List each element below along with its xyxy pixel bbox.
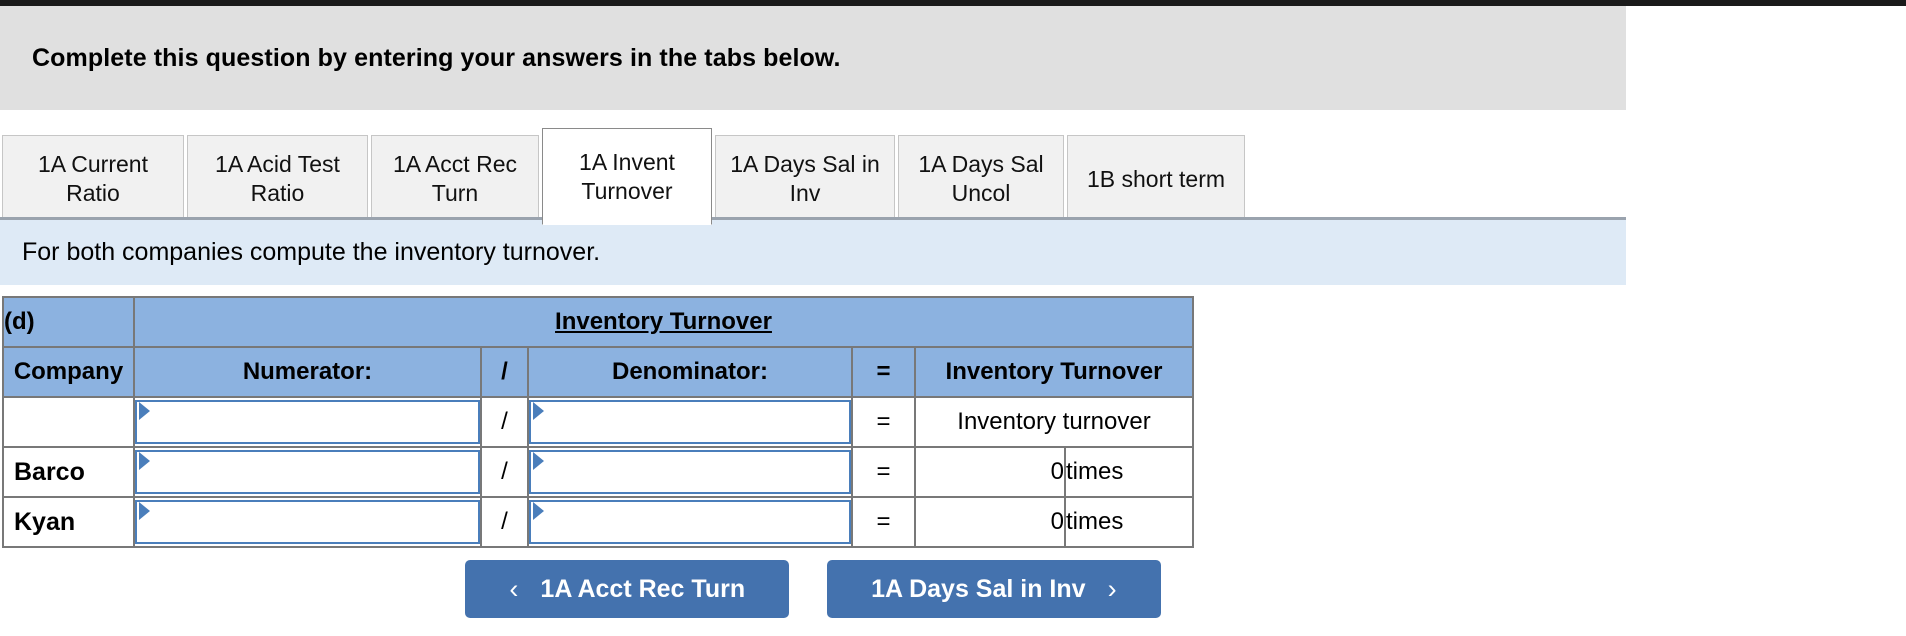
denominator-cell bbox=[527, 446, 853, 498]
inventory-turnover-worksheet: (d) Inventory Turnover Company Numerator… bbox=[2, 296, 1194, 548]
column-header-company-label: Company bbox=[13, 358, 124, 385]
part-label-cell: (d) bbox=[2, 296, 135, 348]
previous-tab-label: 1A Acct Rec Turn bbox=[540, 574, 746, 603]
previous-tab-button[interactable]: ‹ 1A Acct Rec Turn bbox=[465, 560, 790, 618]
question-prompt-text: For both companies compute the inventory… bbox=[22, 238, 601, 266]
tab-strip: 1A Current Ratio 1A Acid Test Ratio 1A Acc… bbox=[0, 110, 1626, 225]
column-header-result: Inventory Turnover bbox=[914, 346, 1194, 398]
column-header-company: Company bbox=[2, 346, 135, 398]
tab-navigation: ‹ 1A Acct Rec Turn 1A Days Sal in Inv › bbox=[0, 560, 1626, 618]
equals-operator-cell: = bbox=[851, 496, 916, 548]
column-header-numerator: Numerator: bbox=[133, 346, 482, 398]
question-prompt: For both companies compute the inventory… bbox=[0, 217, 1626, 285]
chevron-left-icon: ‹ bbox=[509, 573, 519, 604]
numerator-cell bbox=[133, 496, 482, 548]
column-header-denominator: Denominator: bbox=[527, 346, 853, 398]
company-name bbox=[4, 408, 14, 436]
numerator-input[interactable] bbox=[135, 500, 480, 544]
next-tab-label: 1A Days Sal in Inv bbox=[871, 574, 1086, 603]
column-header-equals: = bbox=[851, 346, 916, 398]
divide-operator-cell: / bbox=[480, 496, 529, 548]
worksheet-header-row: Company Numerator: / Denominator: = Inve… bbox=[2, 346, 1194, 398]
column-header-slash-label: / bbox=[501, 358, 508, 385]
part-label: (d) bbox=[4, 308, 35, 335]
numerator-cell bbox=[133, 396, 482, 448]
tab-1a-acct-rec-turn[interactable]: 1A Acct Rec Turn bbox=[371, 135, 539, 223]
chevron-right-icon: › bbox=[1107, 573, 1117, 604]
equals-operator-cell: = bbox=[851, 396, 916, 448]
tab-1a-current-ratio[interactable]: 1A Current Ratio bbox=[2, 135, 184, 223]
divide-operator-cell: / bbox=[480, 396, 529, 448]
tab-1a-days-sal-uncol[interactable]: 1A Days Sal Uncol bbox=[898, 135, 1064, 223]
numerator-input[interactable] bbox=[135, 450, 480, 494]
worksheet-title-row: (d) Inventory Turnover bbox=[2, 296, 1194, 348]
table-row: Kyan / = 0 times bbox=[2, 496, 1194, 548]
worksheet-title-cell: Inventory Turnover bbox=[133, 296, 1194, 348]
result-unit-cell: times bbox=[1064, 496, 1194, 548]
tab-list: 1A Current Ratio 1A Acid Test Ratio 1A Acc… bbox=[2, 128, 1248, 225]
result-label-cell: Inventory turnover bbox=[914, 396, 1194, 448]
company-name-cell: Kyan bbox=[2, 496, 135, 548]
numerator-cell bbox=[133, 446, 482, 498]
tab-1b-short-term[interactable]: 1B short term bbox=[1067, 135, 1245, 223]
tab-1a-invent-turnover[interactable]: 1A Invent Turnover bbox=[542, 128, 712, 225]
tab-1a-days-sal-in-inv[interactable]: 1A Days Sal in Inv bbox=[715, 135, 895, 223]
equals-operator-cell: = bbox=[851, 446, 916, 498]
worksheet-body: / = Inventory turnover Barco / = 0 times Kyan / = 0… bbox=[2, 396, 1194, 548]
numerator-input[interactable] bbox=[135, 400, 480, 444]
denominator-input[interactable] bbox=[529, 450, 851, 494]
instruction-banner: Complete this question by entering your … bbox=[0, 6, 1626, 110]
denominator-cell bbox=[527, 396, 853, 448]
table-row: / = Inventory turnover bbox=[2, 396, 1194, 448]
denominator-cell bbox=[527, 496, 853, 548]
company-name: Kyan bbox=[14, 507, 76, 536]
next-tab-button[interactable]: 1A Days Sal in Inv › bbox=[827, 560, 1161, 618]
instruction-banner-text: Complete this question by entering your … bbox=[32, 43, 841, 72]
column-header-numerator-label: Numerator: bbox=[242, 358, 373, 385]
column-header-result-label: Inventory Turnover bbox=[945, 358, 1163, 385]
result-value-cell: 0 bbox=[914, 496, 1066, 548]
column-header-denominator-label: Denominator: bbox=[612, 358, 768, 385]
company-name-cell: Barco bbox=[2, 446, 135, 498]
worksheet-title: Inventory Turnover bbox=[555, 308, 772, 335]
column-header-equals-label: = bbox=[876, 358, 891, 385]
company-name-cell bbox=[2, 396, 135, 448]
tab-1a-acid-test-ratio[interactable]: 1A Acid Test Ratio bbox=[187, 135, 368, 223]
result-unit-cell: times bbox=[1064, 446, 1194, 498]
result-value-cell: 0 bbox=[914, 446, 1066, 498]
denominator-input[interactable] bbox=[529, 500, 851, 544]
column-header-slash: / bbox=[480, 346, 529, 398]
company-name: Barco bbox=[14, 457, 85, 486]
divide-operator-cell: / bbox=[480, 446, 529, 498]
denominator-input[interactable] bbox=[529, 400, 851, 444]
table-row: Barco / = 0 times bbox=[2, 446, 1194, 498]
